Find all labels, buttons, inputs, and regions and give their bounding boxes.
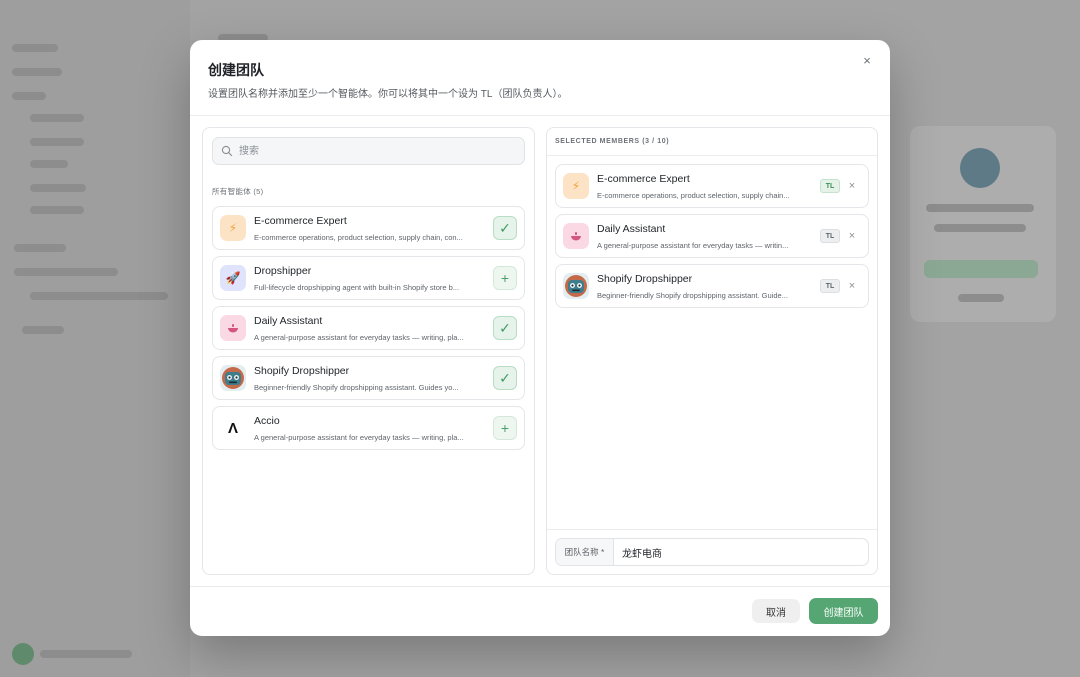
background-placeholder — [30, 114, 84, 122]
background-placeholder — [30, 184, 86, 192]
checkmark-icon[interactable]: ✓ — [493, 316, 517, 340]
team-name-label: 团队名称 * — [556, 539, 614, 565]
background-placeholder — [926, 204, 1034, 212]
close-icon[interactable]: × — [860, 54, 874, 68]
agent-name: Dropshipper — [254, 265, 312, 277]
selected-members-panel: SELECTED MEMBERS (3 / 10) ⚡ E-commerce E… — [546, 127, 878, 575]
background-sidebar — [0, 0, 190, 677]
bowl-icon — [563, 223, 589, 249]
agent-name: Shopify Dropshipper — [254, 365, 350, 377]
agent-item-shopify-dropshipper[interactable]: Shopify Dropshipper Beginner-friendly Sh… — [212, 356, 525, 400]
background-placeholder — [12, 68, 62, 76]
agent-item-daily-assistant[interactable]: Daily Assistant A general-purpose assist… — [212, 306, 525, 350]
panel-divider — [547, 155, 877, 156]
member-item-ecommerce-expert: ⚡ E-commerce Expert E-commerce operation… — [555, 164, 869, 208]
robot-icon — [563, 273, 589, 299]
member-name: Daily Assistant — [597, 223, 666, 235]
remove-icon[interactable]: × — [845, 228, 859, 244]
agent-description: A general-purpose assistant for everyday… — [254, 433, 464, 442]
selected-members-header: SELECTED MEMBERS (3 / 10) — [555, 138, 670, 145]
create-team-dialog: 创建团队 设置团队名称并添加至少一个智能体。你可以将其中一个设为 TL（团队负责… — [190, 40, 890, 636]
agent-item-accio[interactable]: Λ Accio A general-purpose assistant for … — [212, 406, 525, 450]
background-placeholder — [958, 294, 1004, 302]
team-name-field: 团队名称 * — [555, 538, 869, 566]
background-placeholder — [14, 268, 118, 276]
footer-divider — [190, 586, 890, 587]
background-placeholder — [30, 206, 84, 214]
search-icon — [221, 145, 233, 157]
remove-icon[interactable]: × — [845, 278, 859, 294]
background-placeholder — [934, 224, 1026, 232]
plus-icon[interactable]: + — [493, 266, 517, 290]
robot-icon — [220, 365, 246, 391]
agent-item-dropshipper[interactable]: 🚀 Dropshipper Full-lifecycle dropshippin… — [212, 256, 525, 300]
bowl-icon — [220, 315, 246, 341]
member-name: Shopify Dropshipper — [597, 273, 693, 285]
checkmark-icon[interactable]: ✓ — [493, 216, 517, 240]
background-placeholder — [40, 650, 132, 658]
background-avatar — [12, 643, 34, 665]
bolt-icon: ⚡ — [563, 173, 589, 199]
agent-name: Daily Assistant — [254, 315, 323, 327]
member-description: A general-purpose assistant for everyday… — [597, 241, 789, 250]
agent-name: E-commerce Expert — [254, 215, 347, 227]
tl-toggle[interactable]: TL — [820, 179, 840, 193]
background-placeholder — [30, 160, 68, 168]
panel-divider — [547, 529, 877, 530]
bolt-icon: ⚡ — [220, 215, 246, 241]
cancel-button[interactable]: 取消 — [752, 599, 800, 623]
create-team-button[interactable]: 创建团队 — [809, 598, 878, 624]
agents-panel: 所有智能体 (5) ⚡ E-commerce Expert E-commerce… — [202, 127, 535, 575]
background-placeholder — [12, 92, 46, 100]
background-placeholder — [30, 138, 84, 146]
rocket-icon: 🚀 — [220, 265, 246, 291]
tl-toggle[interactable]: TL — [820, 229, 840, 243]
member-description: E-commerce operations, product selection… — [597, 191, 790, 200]
background-placeholder — [14, 244, 66, 252]
agents-section-label: 所有智能体 (5) — [212, 187, 264, 196]
member-item-shopify-dropshipper: Shopify Dropshipper Beginner-friendly Sh… — [555, 264, 869, 308]
agent-description: Beginner-friendly Shopify dropshipping a… — [254, 383, 459, 392]
member-name: E-commerce Expert — [597, 173, 690, 185]
team-name-input[interactable] — [622, 543, 852, 561]
header-divider — [190, 115, 890, 116]
member-item-daily-assistant: Daily Assistant A general-purpose assist… — [555, 214, 869, 258]
background-placeholder — [22, 326, 64, 334]
agent-item-ecommerce-expert[interactable]: ⚡ E-commerce Expert E-commerce operation… — [212, 206, 525, 250]
checkmark-icon[interactable]: ✓ — [493, 366, 517, 390]
member-description: Beginner-friendly Shopify dropshipping a… — [597, 291, 788, 300]
tl-toggle[interactable]: TL — [820, 279, 840, 293]
agent-description: Full-lifecycle dropshipping agent with b… — [254, 283, 460, 292]
agent-name: Accio — [254, 415, 280, 427]
remove-icon[interactable]: × — [845, 178, 859, 194]
search-input[interactable] — [239, 142, 519, 160]
accio-logo-icon: Λ — [220, 415, 246, 441]
agent-description: A general-purpose assistant for everyday… — [254, 333, 464, 342]
background-placeholder — [12, 44, 58, 52]
dialog-subtitle: 设置团队名称并添加至少一个智能体。你可以将其中一个设为 TL（团队负责人）。 — [208, 89, 568, 100]
agent-description: E-commerce operations, product selection… — [254, 233, 463, 242]
background-placeholder — [30, 292, 168, 300]
background-placeholder — [924, 260, 1038, 278]
dialog-title: 创建团队 — [208, 62, 264, 78]
background-avatar — [960, 148, 1000, 188]
plus-icon[interactable]: + — [493, 416, 517, 440]
search-box — [212, 137, 525, 165]
